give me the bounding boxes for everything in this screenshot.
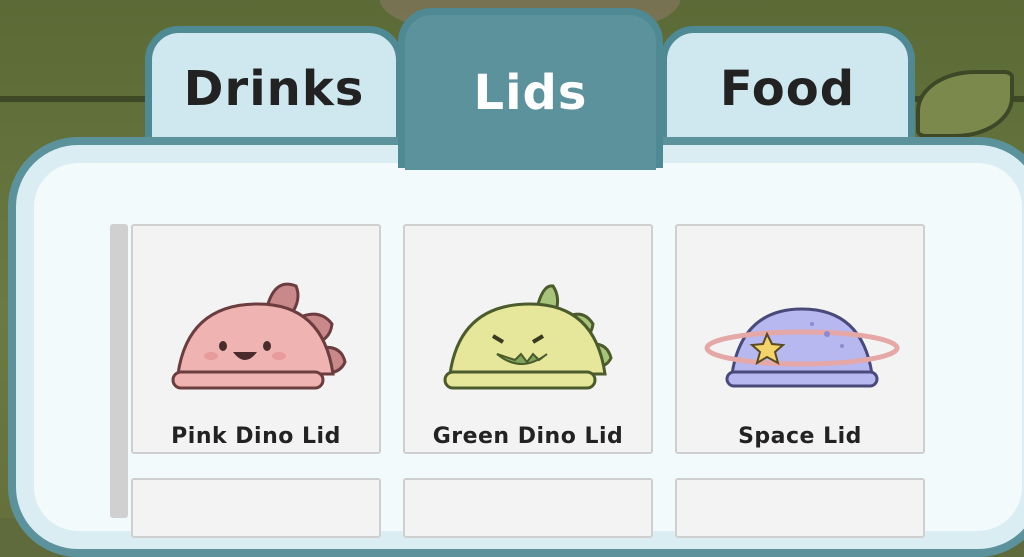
tab-food-label: Food	[719, 61, 856, 117]
item-label: Green Dino Lid	[432, 424, 624, 449]
space-lid-icon	[704, 307, 900, 388]
tab-drinks-label: Drinks	[183, 61, 365, 117]
item-card-space-lid[interactable]: Space Lid	[675, 224, 925, 454]
pink-dino-lid-icon	[171, 282, 347, 390]
item-card-empty[interactable]	[131, 478, 381, 538]
scrollbar[interactable]	[110, 224, 128, 518]
item-card-empty[interactable]	[403, 478, 653, 538]
item-label: Pink Dino Lid	[171, 424, 341, 449]
active-tab-connector	[405, 150, 656, 170]
item-card-green-dino-lid[interactable]: Green Dino Lid	[403, 224, 653, 454]
item-label: Space Lid	[738, 424, 862, 449]
green-dino-lid-icon	[443, 284, 613, 390]
tab-lids[interactable]: Lids	[398, 8, 663, 168]
item-card-pink-dino-lid[interactable]: Pink Dino Lid	[131, 224, 381, 454]
tab-lids-label: Lids	[473, 65, 588, 121]
item-card-empty[interactable]	[675, 478, 925, 538]
